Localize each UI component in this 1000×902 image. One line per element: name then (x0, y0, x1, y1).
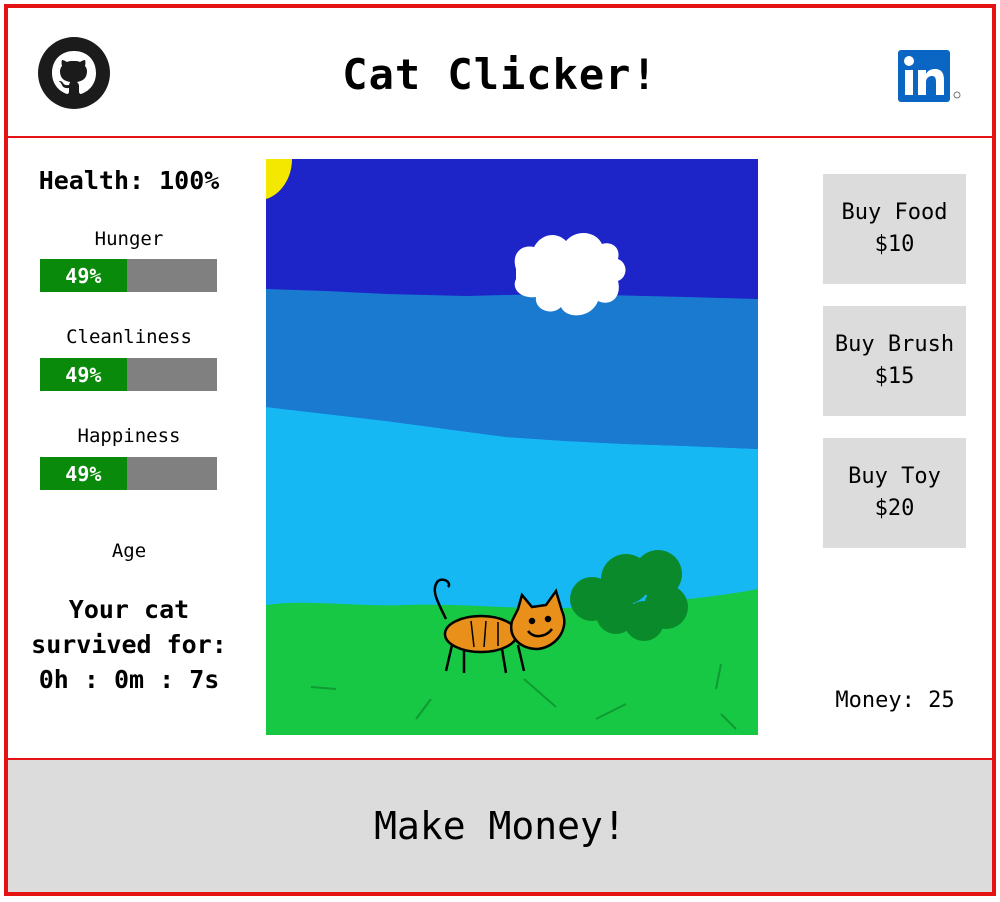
hunger-bar: 49% (40, 259, 217, 292)
buy-toy-label: Buy Toy (848, 464, 941, 489)
health-label: Health: 100% (38, 166, 220, 195)
survival-time: Your cat survived for: 0h : 0m : 7s (8, 592, 250, 697)
survived-line-2: survived for: (31, 630, 227, 659)
header: Cat Clicker! (8, 8, 992, 138)
shop-panel: Buy Food $10 Buy Brush $15 Buy Toy $20 M… (758, 140, 992, 760)
cat-scene[interactable] (266, 159, 758, 735)
cleanliness-bar-fill: 49% (40, 358, 127, 391)
page-title: Cat Clicker! (342, 50, 658, 99)
buy-brush-price: $15 (874, 364, 915, 389)
happiness-bar-fill: 49% (40, 457, 127, 490)
make-money-button[interactable]: Make Money! (8, 758, 992, 892)
happiness-label: Happiness (77, 425, 181, 447)
cleanliness-bar: 49% (40, 358, 217, 391)
app-frame: Cat Clicker! Health: 100% Hunger 49% Cle… (4, 4, 996, 896)
buy-food-label: Buy Food (841, 200, 948, 225)
hunger-bar-fill: 49% (40, 259, 127, 292)
buy-food-button[interactable]: Buy Food $10 (823, 174, 966, 284)
buy-brush-button[interactable]: Buy Brush $15 (823, 306, 966, 416)
money-counter: Money: 25 (835, 688, 955, 713)
cleanliness-label: Cleanliness (66, 326, 192, 348)
survived-line-1: Your cat (68, 595, 190, 624)
age-label: Age (111, 540, 147, 562)
hunger-label: Hunger (94, 228, 164, 250)
buy-toy-button[interactable]: Buy Toy $20 (823, 438, 966, 548)
stats-panel: Health: 100% Hunger 49% Cleanliness 49% … (8, 140, 254, 760)
survived-time: 0h : 0m : 7s (38, 665, 220, 694)
buy-toy-price: $20 (874, 496, 915, 521)
happiness-bar: 49% (40, 457, 217, 490)
buy-food-price: $10 (874, 232, 915, 257)
linkedin-icon[interactable] (898, 50, 964, 104)
buy-brush-label: Buy Brush (834, 332, 955, 357)
